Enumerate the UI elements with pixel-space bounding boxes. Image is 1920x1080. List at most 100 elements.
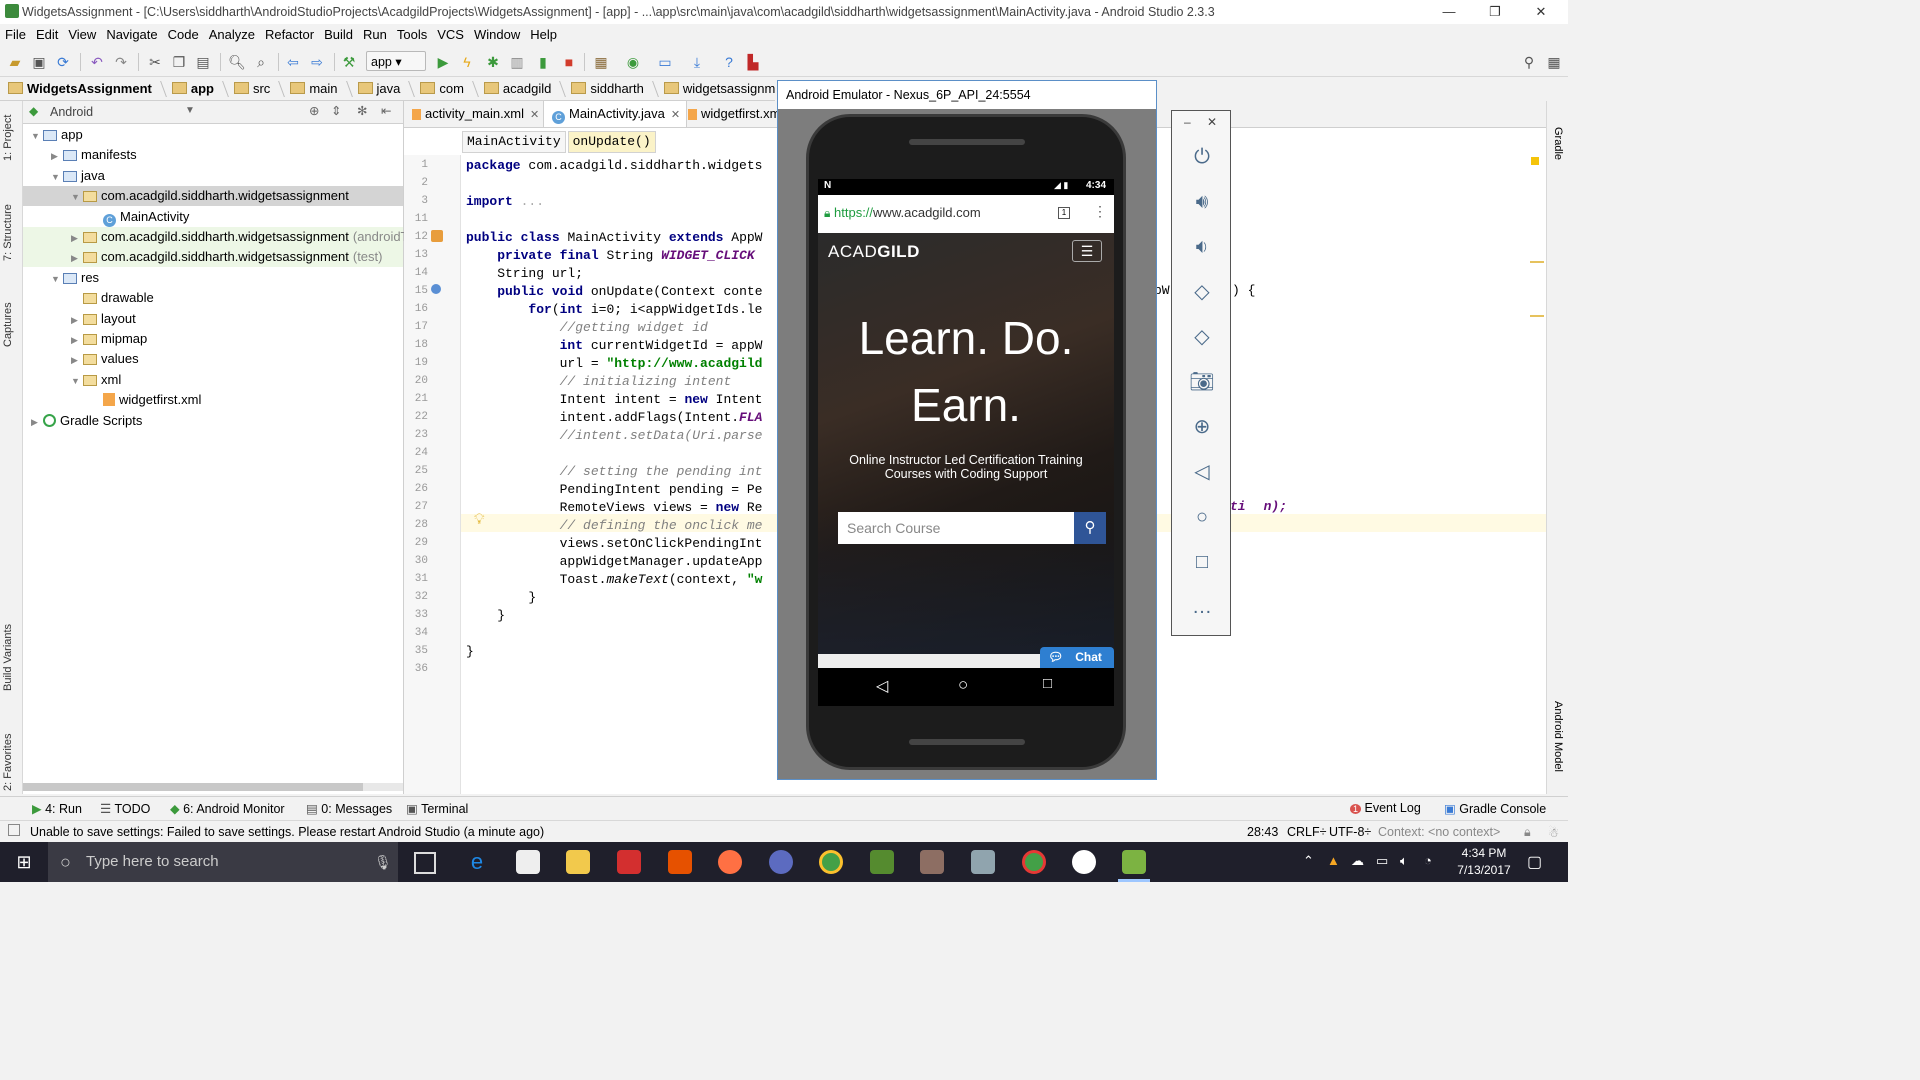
expand-arrow-open-icon[interactable]: ▼	[31, 126, 43, 146]
open-folder-icon[interactable]: ▰	[6, 53, 24, 71]
nav-back-icon[interactable]: ◁	[876, 676, 888, 696]
avd-manager-icon[interactable]: ▭	[656, 53, 674, 71]
code-line[interactable]: Toast.makeText(context, "w	[466, 571, 763, 589]
back-icon[interactable]: ◁	[1186, 456, 1218, 488]
nav-recents-icon[interactable]: □	[1043, 675, 1052, 692]
sync-gradle-icon[interactable]: ◉	[624, 53, 642, 71]
expand-arrow-closed-icon[interactable]: ▶	[71, 248, 83, 268]
code-line[interactable]: RemoteViews views = new Re	[466, 499, 763, 517]
expand-arrow-closed-icon[interactable]: ▶	[51, 146, 63, 166]
tree-item[interactable]: ▶ mipmap	[23, 329, 403, 349]
emulator-minimize-button[interactable]: –	[1184, 115, 1191, 129]
editor-crumb-class[interactable]: MainActivity	[462, 131, 566, 153]
tree-item[interactable]: ▶ com.acadgild.siddharth.widgetsassignmen…	[23, 247, 403, 268]
tool-tab-android-model[interactable]: Android Model	[1552, 701, 1564, 772]
expand-arrow-closed-icon[interactable]: ▶	[71, 330, 83, 350]
tool-tab-project[interactable]: 1: Project	[2, 115, 14, 161]
tree-item[interactable]: ▼ app	[23, 125, 403, 145]
chevron-down-icon[interactable]: ▼	[185, 105, 195, 116]
code-line[interactable]: //getting widget id	[466, 319, 708, 337]
tool-tab-captures[interactable]: Captures	[2, 302, 14, 347]
tool-tab-run[interactable]: ▶ 4: Run	[32, 801, 82, 816]
vlc-tray-icon[interactable]: ▲	[1327, 853, 1340, 868]
hide-panel-icon[interactable]: ⇤	[381, 103, 391, 118]
crumb-src[interactable]: src	[226, 78, 282, 100]
crumb-com[interactable]: com	[412, 78, 476, 100]
code-line[interactable]: }	[466, 643, 474, 661]
sublime-icon[interactable]	[920, 850, 944, 874]
line-separator[interactable]: CRLF÷	[1287, 825, 1327, 839]
windows-start-icon[interactable]: ⊞	[0, 842, 48, 882]
expand-arrow-open-icon[interactable]: ▼	[51, 167, 63, 187]
onedrive-icon[interactable]: ☁	[1351, 853, 1364, 869]
code-line[interactable]: intent.addFlags(Intent.FLA	[466, 409, 763, 427]
hamburger-menu-icon[interactable]: ☰	[1072, 240, 1102, 262]
tool-tab-gradle[interactable]: Gradle	[1552, 127, 1564, 160]
browser-address-field[interactable]: 🔒︎ https://www.acadgild.com	[824, 201, 1044, 225]
power-icon[interactable]: ⏻	[1186, 141, 1218, 173]
code-line[interactable]: String url;	[466, 265, 583, 283]
search-icon[interactable]: ⚲	[1074, 512, 1106, 544]
nav-home-icon[interactable]: ○	[958, 675, 968, 695]
lightbulb-icon[interactable]: 💡︎	[474, 511, 485, 528]
app-icon[interactable]	[617, 850, 641, 874]
menu-vcs[interactable]: VCS	[432, 24, 469, 42]
github-icon[interactable]	[1072, 850, 1096, 874]
wifi-tray-icon[interactable]: ◔	[1424, 853, 1432, 868]
debug-icon[interactable]: ✱	[484, 53, 502, 71]
file-explorer-icon[interactable]	[566, 850, 590, 874]
minimize-button[interactable]: —	[1426, 2, 1472, 22]
menu-help[interactable]: Help	[525, 24, 562, 42]
crumb-widgetsassignment[interactable]: widgetsassignment	[656, 78, 775, 100]
menu-file[interactable]: File	[0, 24, 31, 42]
code-line[interactable]: //intent.setData(Uri.parse	[466, 427, 763, 445]
tree-item[interactable]: ▼ res	[23, 268, 403, 288]
action-center-icon[interactable]: ▢	[1527, 852, 1542, 872]
inspector-icon[interactable]: ☃	[1548, 825, 1559, 840]
cut-icon[interactable]: ✂	[146, 53, 164, 71]
code-line[interactable]: import ...	[466, 193, 544, 211]
code-line[interactable]: views.setOnClickPendingInt	[466, 535, 763, 553]
code-line[interactable]: Intent intent = new Intent	[466, 391, 763, 409]
phone-screen[interactable]: N ◢ ▮ 4:34 🔒︎ https://www.acadgild.com 1…	[818, 179, 1114, 706]
store-icon[interactable]	[516, 850, 540, 874]
tree-item[interactable]: drawable	[23, 288, 403, 308]
tool-tab-build-variants[interactable]: Build Variants	[2, 624, 14, 691]
menu-build[interactable]: Build	[319, 24, 358, 42]
make-project-icon[interactable]: ⚒	[340, 53, 358, 71]
emulator-close-button[interactable]: ✕	[1207, 115, 1217, 129]
save-icon[interactable]: ▣	[30, 53, 48, 71]
horizontal-scrollbar[interactable]	[23, 783, 403, 791]
close-tab-icon[interactable]: ✕	[530, 109, 539, 121]
crumb-siddharth[interactable]: siddharth	[563, 78, 655, 100]
menu-run[interactable]: Run	[358, 24, 392, 42]
microphone-icon[interactable]: 🎙︎	[374, 842, 392, 882]
search-everywhere-icon[interactable]: ⚲	[1520, 53, 1538, 71]
code-line[interactable]: // initializing intent	[466, 373, 732, 391]
status-message[interactable]: Unable to save settings: Failed to save …	[30, 825, 544, 839]
tree-item[interactable]: ▶ com.acadgild.siddharth.widgetsassignmen…	[23, 227, 414, 247]
paint-icon[interactable]	[971, 850, 995, 874]
tab-mainactivity-java[interactable]: C MainActivity.java ✕	[543, 101, 688, 127]
tree-item[interactable]: ▶ values	[23, 349, 403, 369]
acadgild-logo[interactable]: ACADGILD	[828, 242, 920, 262]
task-view-icon[interactable]	[414, 852, 436, 874]
overview-icon[interactable]: □	[1186, 546, 1218, 578]
code-line[interactable]: // setting the pending int	[466, 463, 763, 481]
expand-arrow-closed-icon[interactable]: ▶	[71, 350, 83, 370]
scroll-from-source-icon[interactable]: ⊕	[309, 103, 319, 118]
code-line[interactable]: public void onUpdate(Context conte	[466, 283, 762, 301]
tree-item[interactable]: ▶ manifests	[23, 145, 403, 165]
pdf-icon[interactable]	[668, 850, 692, 874]
rotate-right-icon[interactable]: ◇	[1186, 321, 1218, 353]
crumb-app[interactable]: app	[164, 78, 226, 100]
tree-item[interactable]: ▼ java	[23, 166, 403, 186]
project-view-select[interactable]: Android	[50, 105, 93, 119]
code-line[interactable]: }	[466, 607, 505, 625]
chrome-icon[interactable]	[819, 850, 843, 874]
zoom-icon[interactable]: ⊕	[1186, 411, 1218, 443]
undo-icon[interactable]: ↶	[88, 53, 106, 71]
help-icon[interactable]: ?	[720, 53, 738, 71]
override-marker-icon[interactable]	[431, 284, 441, 294]
menu-view[interactable]: View	[63, 24, 101, 42]
